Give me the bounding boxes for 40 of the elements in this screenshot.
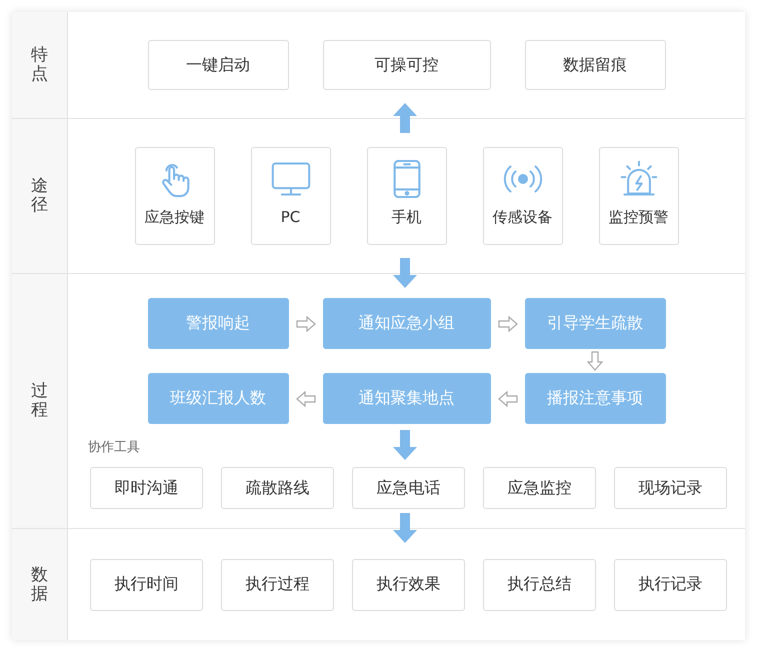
down-arrow-icon: [392, 513, 416, 543]
tool-box: 现场记录: [614, 467, 727, 509]
siren-icon: [618, 160, 658, 198]
channel-label: 手机: [392, 208, 422, 227]
channel-label: 应急按键: [144, 208, 204, 227]
section-label: 数据: [31, 566, 48, 604]
section-label: 途径: [31, 177, 48, 215]
data-box: 执行时间: [90, 558, 203, 610]
down-arrow-icon: [587, 351, 603, 371]
tool-box: 即时沟通: [90, 467, 203, 509]
process-step: 警报响起: [148, 298, 288, 349]
tools-title: 协作工具: [88, 439, 140, 456]
left-arrow-icon: [498, 390, 518, 406]
section-label: 过程: [31, 382, 48, 420]
tool-box: 应急电话: [352, 467, 465, 509]
right-arrow-icon: [498, 316, 518, 332]
channel-label: 监控预警: [608, 208, 668, 227]
down-arrow-icon: [392, 258, 416, 288]
process-step: 播报注意事项: [524, 373, 666, 424]
left-arrow-icon: [296, 390, 316, 406]
channel-label: PC: [280, 208, 300, 226]
section-label: 特点: [31, 46, 48, 84]
process-step: 引导学生疏散: [524, 298, 666, 349]
channel-label: 传感设备: [492, 208, 552, 227]
data-box: 执行过程: [221, 558, 334, 610]
data-box: 执行记录: [614, 558, 727, 610]
up-arrow-icon: [392, 103, 416, 133]
feature-box: 一键启动: [148, 40, 288, 90]
down-arrow-icon: [392, 430, 416, 460]
data-box: 执行效果: [352, 558, 465, 610]
feature-box: 数据留痕: [524, 40, 666, 90]
right-arrow-icon: [296, 316, 316, 332]
process-step: 班级汇报人数: [148, 373, 288, 424]
tool-box: 疏散路线: [221, 467, 334, 509]
feature-box: 可操可控: [322, 40, 490, 90]
monitor-icon: [270, 160, 310, 198]
tool-box: 应急监控: [483, 467, 596, 509]
data-box: 执行总结: [483, 558, 596, 610]
process-step: 通知聚集地点: [322, 373, 490, 424]
process-step: 通知应急小组: [322, 298, 490, 349]
